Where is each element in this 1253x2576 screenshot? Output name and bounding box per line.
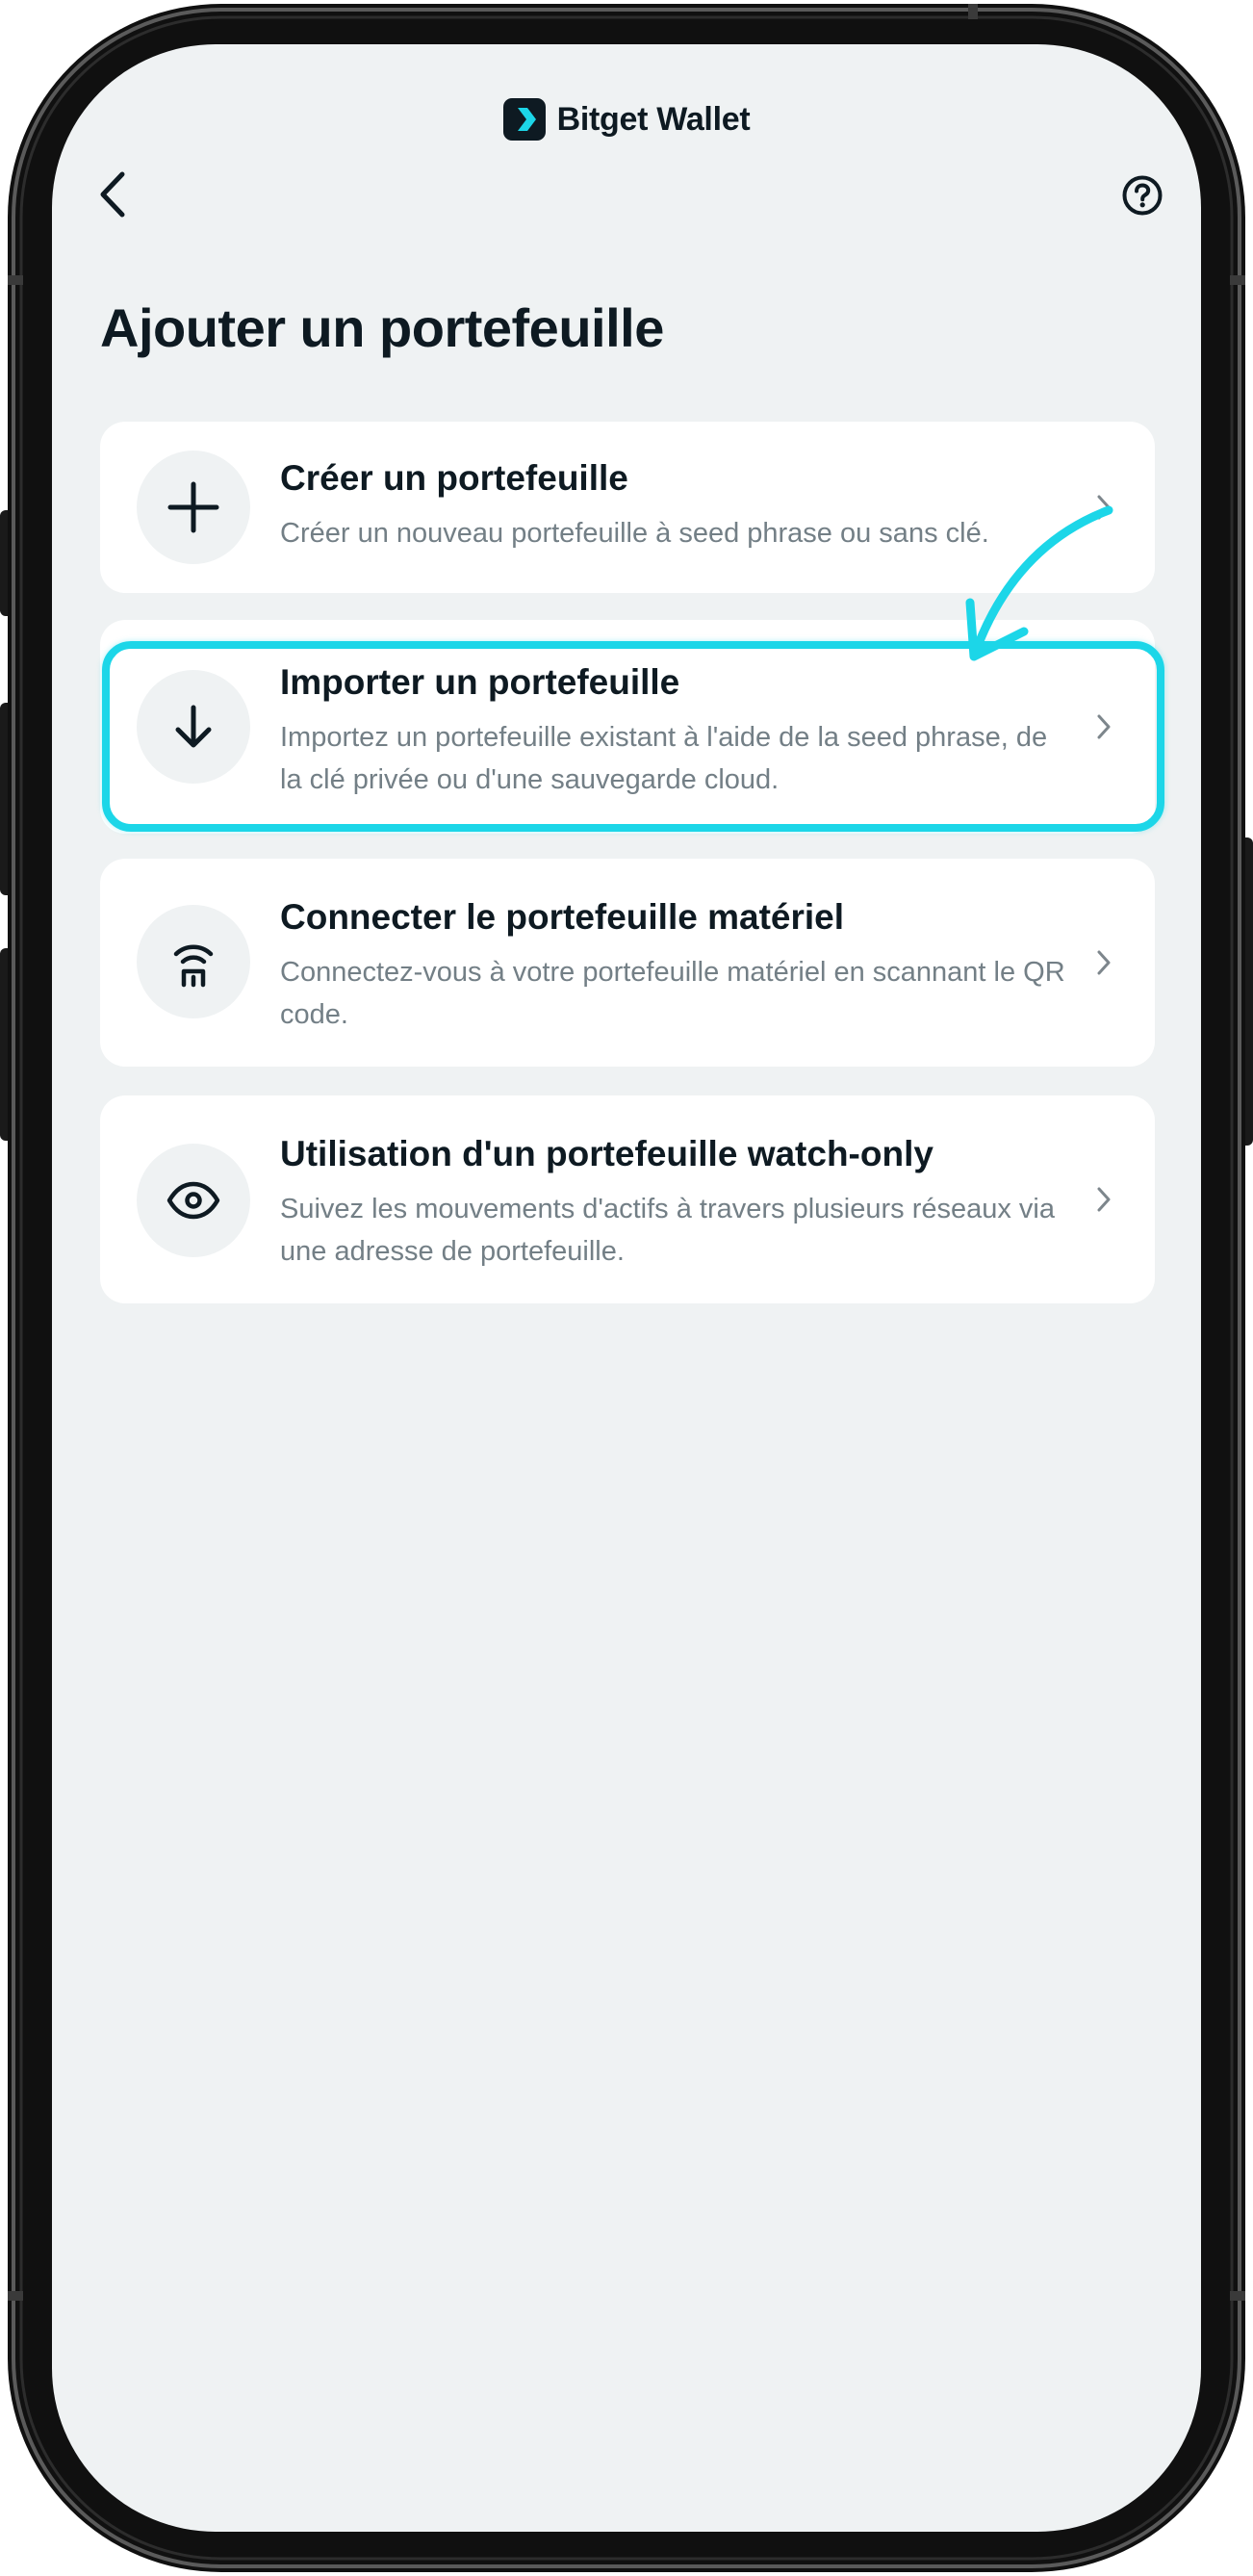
eye-icon: [166, 1181, 220, 1220]
chevron-right-icon: [1089, 948, 1118, 977]
phone-mockup: Bitget Wallet Ajouter un portefeuille Cr…: [0, 0, 1253, 2576]
option-icon-wrap: [137, 670, 250, 784]
option-description: Importez un portefeuille existant à l'ai…: [280, 722, 1048, 795]
back-button[interactable]: [89, 167, 139, 221]
help-button[interactable]: [1120, 173, 1164, 218]
option-icon-wrap: [137, 1144, 250, 1257]
plus-icon: [167, 481, 219, 533]
question-circle-icon: [1122, 175, 1163, 216]
pointer-arrow-icon: [965, 505, 1113, 661]
chevron-left-icon: [100, 171, 125, 218]
watch-only-wallet-option[interactable]: Utilisation d'un portefeuille watch-only…: [100, 1095, 1155, 1303]
page-title: Ajouter un portefeuille: [100, 297, 664, 358]
hardware-wallet-icon: [173, 944, 214, 988]
bitget-logo-icon: [502, 98, 546, 141]
brand-logo: Bitget Wallet: [52, 98, 1201, 141]
option-icon-wrap: [137, 905, 250, 1018]
option-title: Importer un portefeuille: [280, 662, 680, 702]
option-title: Utilisation d'un portefeuille watch-only: [280, 1134, 933, 1173]
chevron-right-icon: [1089, 712, 1118, 741]
hardware-wallet-option[interactable]: Connecter le portefeuille matériel Conne…: [100, 859, 1155, 1067]
arrow-down-icon: [175, 705, 212, 748]
brand-name: Bitget Wallet: [556, 100, 751, 138]
option-icon-wrap: [137, 451, 250, 564]
option-description: Suivez les mouvements d'actifs à travers…: [280, 1194, 1055, 1267]
option-description: Connectez-vous à votre portefeuille maté…: [280, 957, 1065, 1030]
option-title: Créer un portefeuille: [280, 458, 628, 498]
option-title: Connecter le portefeuille matériel: [280, 897, 845, 937]
chevron-right-icon: [1089, 1185, 1118, 1214]
app-screen: Bitget Wallet Ajouter un portefeuille Cr…: [52, 44, 1201, 2532]
